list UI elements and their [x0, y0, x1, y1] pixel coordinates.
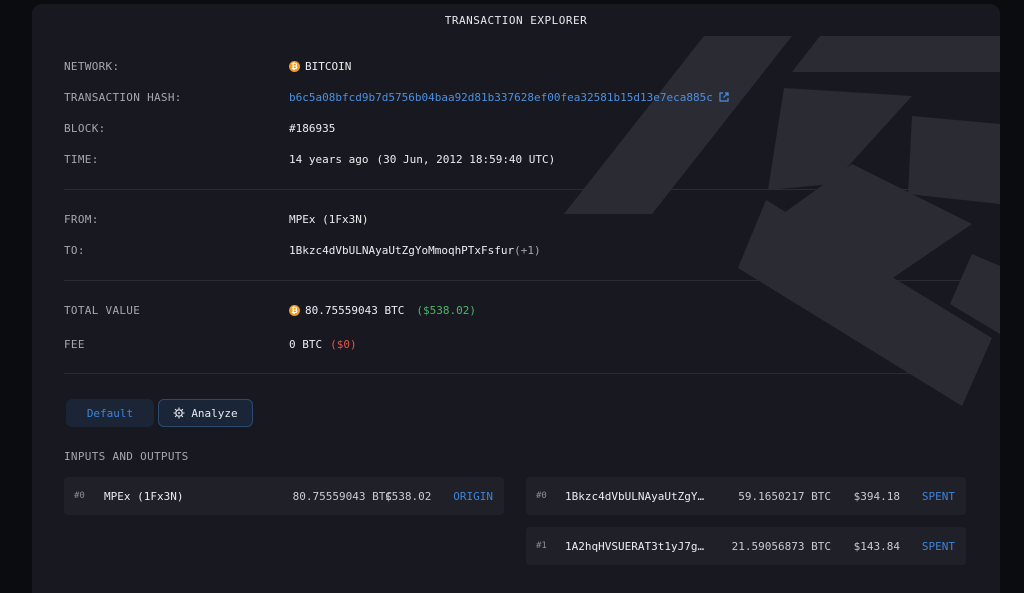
time-absolute: (30 Jun, 2012 18:59:40 UTC) — [376, 152, 556, 166]
time-row: TIME: 14 years ago (30 Jun, 2012 18:59:4… — [64, 149, 555, 169]
time-label: TIME: — [64, 152, 99, 166]
divider — [64, 373, 966, 374]
output-address[interactable]: 1Bkzc4dVbULNAyaUtZgY… — [565, 490, 704, 503]
input-usd: $538.02 — [385, 489, 432, 503]
to-row: TO: 1Bkzc4dVbULNAyaUtZgYoMmoqhPTxFsfur (… — [64, 240, 541, 260]
transaction-hash-link[interactable]: b6c5a08bfcd9b7d5756b04baa92d81b337628ef0… — [289, 91, 713, 104]
network-value: BITCOIN — [305, 59, 352, 73]
analyze-label: Analyze — [191, 406, 238, 420]
from-value[interactable]: MPEx (1Fx3N) — [289, 213, 368, 226]
default-view-button[interactable]: Default — [66, 399, 154, 427]
network-row: NETWORK: ₿ BITCOIN — [64, 56, 351, 76]
total-value-row: TOTAL VALUE ₿ 80.75559043 BTC ($538.02) — [64, 300, 476, 320]
fee-btc: 0 BTC — [289, 337, 323, 351]
divider — [64, 280, 966, 281]
block-row: BLOCK: #186935 — [64, 118, 335, 138]
input-amount: 80.75559043 BTC — [292, 489, 392, 503]
output-amount: 59.1650217 BTC — [738, 489, 831, 503]
fee-usd: ($0) — [330, 337, 357, 351]
external-link-icon[interactable] — [719, 92, 729, 102]
total-btc: 80.75559043 BTC — [305, 303, 405, 317]
input-address[interactable]: MPEx (1Fx3N) — [104, 490, 183, 503]
output-usd: $143.84 — [853, 539, 900, 553]
bitcoin-icon: ₿ — [289, 60, 300, 72]
output-usd: $394.18 — [853, 489, 900, 503]
inputs-outputs-title: INPUTS AND OUTPUTS — [64, 450, 189, 463]
block-value: #186935 — [289, 121, 336, 135]
total-value-label: TOTAL VALUE — [64, 303, 141, 317]
output-status[interactable]: SPENT — [922, 540, 955, 553]
fee-row: FEE 0 BTC ($0) — [64, 334, 357, 354]
output-status[interactable]: SPENT — [922, 490, 955, 503]
output-amount: 21.59056873 BTC — [731, 539, 831, 553]
transaction-panel: TRANSACTION EXPLORER NETWORK: ₿ BITCOIN … — [32, 4, 1000, 593]
output-row[interactable]: #1 1A2hqHVSUERAT3t1yJ7g… 21.59056873 BTC… — [526, 527, 966, 565]
time-relative: 14 years ago — [289, 152, 369, 166]
view-toggle: Default Analyze — [66, 399, 253, 427]
input-status[interactable]: ORIGIN — [453, 490, 493, 503]
total-usd: ($538.02) — [416, 303, 476, 317]
to-extra-count[interactable]: (+1) — [514, 244, 541, 257]
from-row: FROM: MPEx (1Fx3N) — [64, 209, 368, 229]
gear-icon — [173, 407, 185, 419]
output-row[interactable]: #0 1Bkzc4dVbULNAyaUtZgY… 59.1650217 BTC … — [526, 477, 966, 515]
analyze-view-button[interactable]: Analyze — [158, 399, 253, 427]
hash-row: TRANSACTION HASH: b6c5a08bfcd9b7d5756b04… — [64, 87, 729, 107]
from-label: FROM: — [64, 212, 99, 226]
to-value[interactable]: 1Bkzc4dVbULNAyaUtZgYoMmoqhPTxFsfur — [289, 244, 514, 257]
fee-label: FEE — [64, 337, 85, 351]
output-index: #1 — [536, 541, 547, 551]
divider — [64, 189, 966, 190]
hash-label: TRANSACTION HASH: — [64, 90, 182, 104]
output-address[interactable]: 1A2hqHVSUERAT3t1yJ7g… — [565, 540, 704, 553]
input-row[interactable]: #0 MPEx (1Fx3N) 80.75559043 BTC $538.02 … — [64, 477, 504, 515]
output-index: #0 — [536, 491, 547, 501]
network-label: NETWORK: — [64, 59, 120, 73]
block-label: BLOCK: — [64, 121, 106, 135]
bitcoin-icon: ₿ — [289, 304, 300, 316]
input-index: #0 — [74, 491, 85, 501]
to-label: TO: — [64, 243, 85, 257]
page-title: TRANSACTION EXPLORER — [444, 14, 588, 27]
